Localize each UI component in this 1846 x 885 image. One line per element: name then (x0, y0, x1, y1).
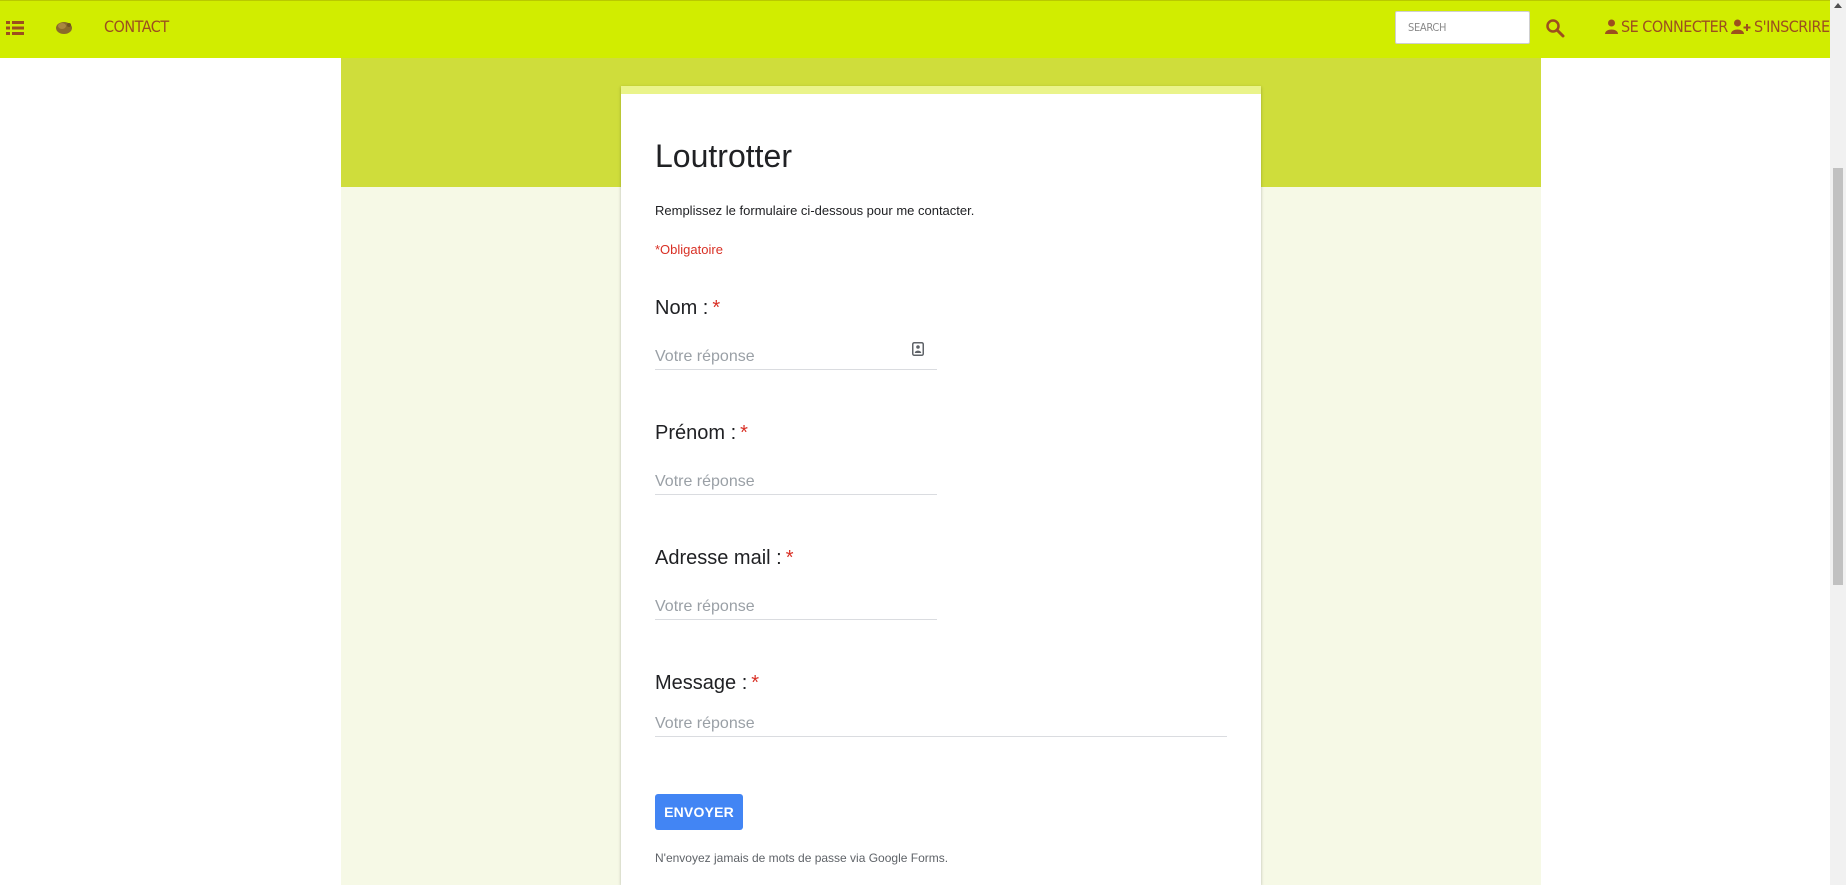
scrollbar[interactable] (1830, 0, 1846, 885)
scrollbar-thumb[interactable] (1833, 168, 1843, 585)
user-plus-icon (1731, 19, 1751, 34)
question-label-email: Adresse mail : * (655, 547, 794, 570)
login-link[interactable]: Se connecter (1605, 17, 1728, 36)
prenom-input[interactable] (655, 469, 937, 495)
required-star: * (785, 547, 794, 569)
form-description: Remplissez le formulaire ci-dessous pour… (655, 203, 975, 218)
message-input[interactable] (655, 711, 1227, 737)
form-title: Loutrotter (655, 138, 792, 174)
search-icon[interactable] (1545, 18, 1565, 38)
required-star: * (712, 297, 721, 319)
required-note: *Obligatoire (655, 242, 723, 257)
submit-button[interactable]: ENVOYER (655, 794, 743, 830)
user-icon (1605, 19, 1618, 34)
question-text: Adresse mail : (655, 547, 782, 569)
password-warning: N'envoyez jamais de mots de passe via Go… (655, 851, 949, 865)
signup-label: S'inscrire (1754, 17, 1830, 36)
autofill-contact-icon[interactable] (912, 342, 924, 356)
question-label-nom: Nom : * (655, 297, 720, 320)
signup-link[interactable]: S'inscrire (1731, 17, 1830, 36)
contact-link[interactable]: Contact (104, 17, 169, 36)
top-navbar: Contact Se connecter S'inscrire (0, 0, 1830, 58)
search-input[interactable] (1395, 11, 1530, 44)
question-label-message: Message : * (655, 672, 759, 695)
logo-icon[interactable] (54, 17, 74, 37)
question-text: Prénom : (655, 422, 737, 444)
required-star: * (740, 422, 748, 444)
contact-form-card: Loutrotter Remplissez le formulaire ci-d… (621, 86, 1261, 885)
required-star: * (751, 672, 760, 694)
question-text: Nom : (655, 297, 709, 319)
scroll-up-arrow-icon[interactable] (1834, 3, 1842, 8)
nom-input[interactable] (655, 344, 937, 370)
login-label: Se connecter (1621, 17, 1728, 36)
list-icon[interactable] (6, 19, 24, 37)
question-text: Message : (655, 672, 748, 694)
question-label-prenom: Prénom : * (655, 422, 748, 445)
email-input[interactable] (655, 594, 937, 620)
